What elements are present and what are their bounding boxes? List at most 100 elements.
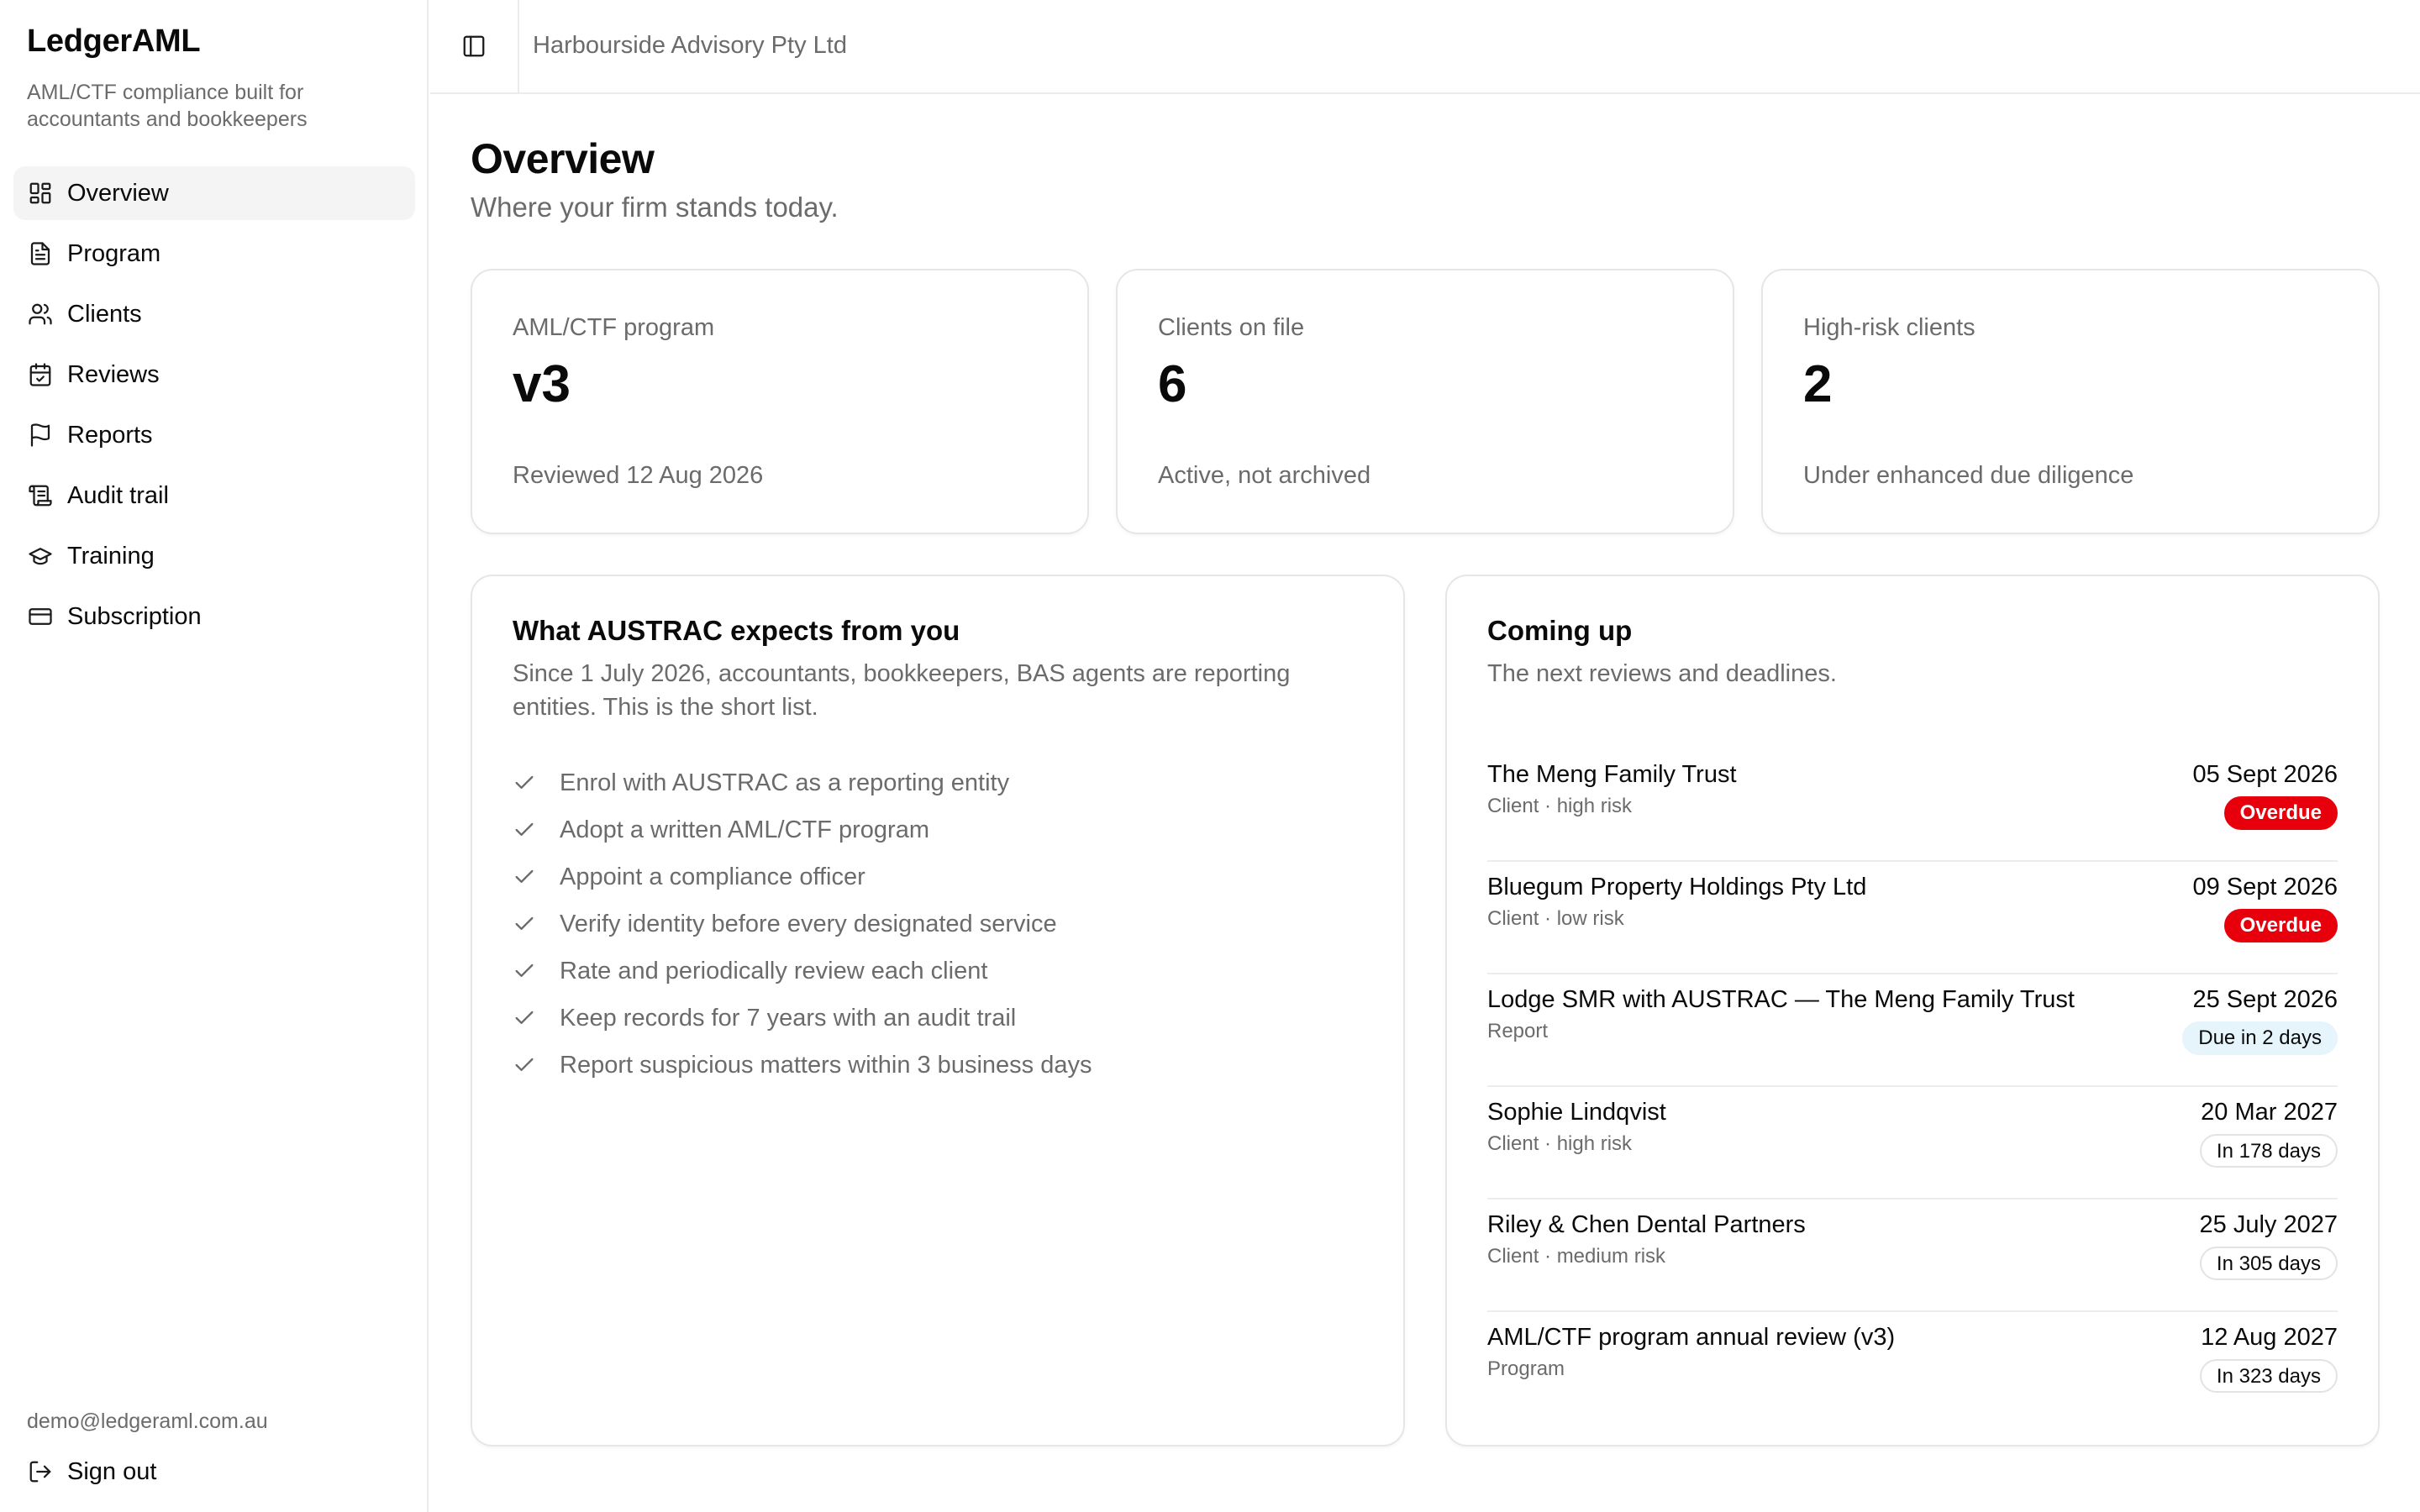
upcoming-item[interactable]: Bluegum Property Holdings Pty Ltd Client… [1487,862,2338,974]
sidebar: LedgerAML AML/CTF compliance built for a… [0,0,429,1512]
sidebar-toggle-icon [461,34,487,59]
sidebar-item-reports[interactable]: Reports [13,408,415,462]
status-badge: In 305 days [2199,1247,2338,1280]
status-badge: In 178 days [2199,1134,2338,1168]
dashboard-icon [27,180,54,207]
upcoming-list: The Meng Family Trust Client · high risk… [1487,749,2338,1425]
checklist-item: Appoint a compliance officer [513,853,1092,900]
organization-name: Harbourside Advisory Pty Ltd [533,32,847,59]
checklist-text: Rate and periodically review each client [560,957,988,984]
upcoming-item[interactable]: AML/CTF program annual review (v3) Progr… [1487,1312,2338,1425]
upcoming-item-date: 25 July 2027 [2199,1211,2338,1238]
sidebar-item-label: Reports [67,421,153,449]
upcoming-item-title: AML/CTF program annual review (v3) [1487,1324,1896,1351]
checklist-item: Adopt a written AML/CTF program [513,806,1092,853]
stat-note: Reviewed 12 Aug 2026 [513,462,764,489]
check-icon [513,959,536,983]
checklist-text: Adopt a written AML/CTF program [560,816,929,843]
sidebar-item-label: Training [67,542,155,570]
sidebar-item-audit-trail[interactable]: Audit trail [13,469,415,522]
checklist-text: Report suspicious matters within 3 busin… [560,1051,1092,1079]
checklist-item: Report suspicious matters within 3 busin… [513,1042,1092,1089]
stat-value: 6 [1158,355,1187,413]
sidebar-item-label: Subscription [67,602,202,630]
checklist-item: Verify identity before every designated … [513,900,1092,948]
upcoming-item-title: Lodge SMR with AUSTRAC — The Meng Family… [1487,986,2075,1013]
sidebar-item-overview[interactable]: Overview [13,166,415,220]
sidebar-nav: Overview Program Clients Reviews Reports [13,166,415,650]
upcoming-item-meta: Client · high risk [1487,795,1633,817]
upcoming-item-meta: Client · high risk [1487,1132,1633,1155]
stat-note: Under enhanced due diligence [1803,462,2134,489]
upcoming-item-date: 20 Mar 2027 [2201,1099,2338,1126]
stat-label: AML/CTF program [513,314,715,341]
stat-card-program: AML/CTF program v3 Reviewed 12 Aug 2026 [471,269,1089,534]
status-badge: In 323 days [2199,1359,2338,1393]
sidebar-item-label: Overview [67,179,169,207]
scroll-icon [27,482,54,509]
checklist-item: Enrol with AUSTRAC as a reporting entity [513,759,1092,806]
stat-note: Active, not archived [1158,462,1371,489]
credit-card-icon [27,603,54,630]
upcoming-item[interactable]: The Meng Family Trust Client · high risk… [1487,749,2338,862]
check-icon [513,1053,536,1077]
stat-value: 2 [1803,355,1833,413]
page-subtitle: Where your firm stands today. [471,192,839,223]
card-description: Since 1 July 2026, accountants, bookkeep… [513,660,1291,721]
upcoming-item-meta: Client · low risk [1487,907,1624,930]
checklist-text: Enrol with AUSTRAC as a reporting entity [560,769,1010,796]
upcoming-item-meta: Program [1487,1357,1565,1380]
check-icon [513,771,536,795]
sidebar-item-subscription[interactable]: Subscription [13,590,415,643]
flag-icon [27,422,54,449]
app-tagline: AML/CTF compliance built for accountants… [27,81,308,131]
upcoming-item-title: Riley & Chen Dental Partners [1487,1211,1806,1238]
status-badge: Due in 2 days [2182,1021,2338,1055]
upcoming-item-date: 05 Sept 2026 [2192,761,2338,788]
card-title: Coming up [1487,615,1633,646]
stat-card-high-risk: High-risk clients 2 Under enhanced due d… [1761,269,2380,534]
upcoming-item-date: 25 Sept 2026 [2192,986,2338,1013]
check-icon [513,1006,536,1030]
topbar: Harbourside Advisory Pty Ltd [430,0,2420,94]
stat-card-clients: Clients on file 6 Active, not archived [1116,269,1734,534]
sign-out-button[interactable]: Sign out [27,1446,156,1497]
upcoming-item-meta: Report [1487,1020,1549,1042]
sidebar-item-label: Clients [67,300,142,328]
sidebar-item-label: Program [67,239,161,267]
upcoming-item-date: 09 Sept 2026 [2192,874,2338,900]
upcoming-item-title: The Meng Family Trust [1487,761,1737,788]
page-title: Overview [471,135,655,182]
card-description: The next reviews and deadlines. [1487,660,1837,687]
sidebar-item-program[interactable]: Program [13,227,415,281]
upcoming-item[interactable]: Riley & Chen Dental Partners Client · me… [1487,1200,2338,1312]
check-icon [513,865,536,889]
app-logo[interactable]: LedgerAML [27,24,201,60]
sidebar-item-training[interactable]: Training [13,529,415,583]
users-icon [27,301,54,328]
coming-up-card: Coming up The next reviews and deadlines… [1445,575,2380,1446]
sidebar-item-clients[interactable]: Clients [13,287,415,341]
sidebar-toggle-button[interactable] [430,0,519,92]
log-out-icon [27,1458,54,1485]
upcoming-item-title: Sophie Lindqvist [1487,1099,1666,1126]
upcoming-item[interactable]: Lodge SMR with AUSTRAC — The Meng Family… [1487,974,2338,1087]
upcoming-item[interactable]: Sophie Lindqvist Client · high risk 20 M… [1487,1087,2338,1200]
stat-label: High-risk clients [1803,314,1975,341]
check-icon [513,818,536,842]
sidebar-item-label: Reviews [67,360,160,388]
upcoming-item-meta: Client · medium risk [1487,1245,1666,1268]
stat-value: v3 [513,355,571,413]
stat-label: Clients on file [1158,314,1305,341]
sidebar-item-label: Audit trail [67,481,169,509]
document-icon [27,240,54,267]
graduation-cap-icon [27,543,54,570]
user-email: demo@ledgeraml.com.au [27,1410,268,1433]
sidebar-item-reviews[interactable]: Reviews [13,348,415,402]
upcoming-item-date: 12 Aug 2027 [2201,1324,2338,1351]
requirements-checklist: Enrol with AUSTRAC as a reporting entity… [513,759,1092,1089]
austrac-expectations-card: What AUSTRAC expects from you Since 1 Ju… [471,575,1405,1446]
checklist-text: Keep records for 7 years with an audit t… [560,1004,1017,1032]
status-badge: Overdue [2223,909,2338,942]
checklist-item: Keep records for 7 years with an audit t… [513,995,1092,1042]
